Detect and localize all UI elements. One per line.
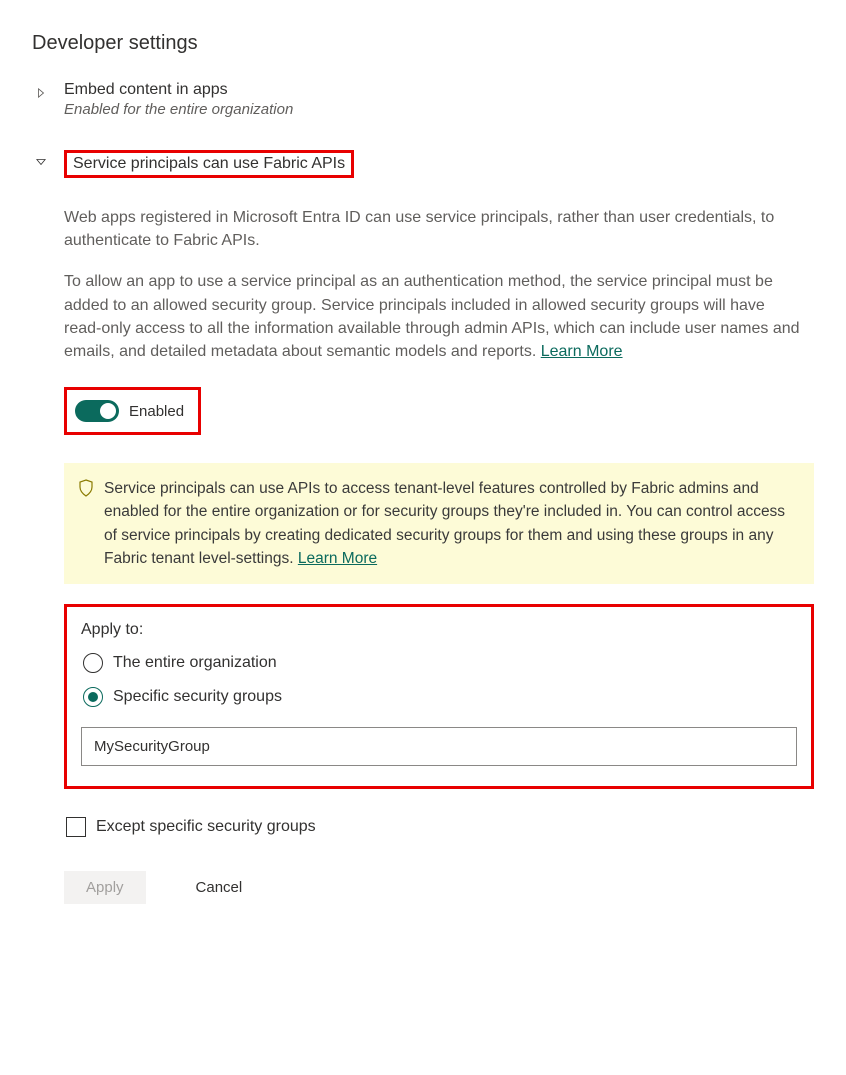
banner-learn-more-link[interactable]: Learn More bbox=[298, 550, 377, 567]
cancel-button[interactable]: Cancel bbox=[174, 871, 265, 904]
page-title: Developer settings bbox=[32, 32, 814, 55]
setting-service-principals[interactable]: Service principals can use Fabric APIs bbox=[32, 150, 814, 178]
apply-to-section-highlight: Apply to: The entire organization Specif… bbox=[64, 604, 814, 789]
enabled-toggle[interactable] bbox=[75, 400, 119, 422]
toggle-thumb bbox=[100, 403, 116, 419]
info-banner: Service principals can use APIs to acces… bbox=[64, 463, 814, 584]
info-banner-text: Service principals can use APIs to acces… bbox=[104, 477, 794, 570]
radio-entire-org[interactable]: The entire organization bbox=[81, 653, 797, 673]
enabled-toggle-highlight: Enabled bbox=[64, 387, 201, 435]
radio-icon-unselected bbox=[83, 653, 103, 673]
security-group-input[interactable] bbox=[81, 727, 797, 766]
checkbox-icon-unchecked bbox=[66, 817, 86, 837]
apply-button[interactable]: Apply bbox=[64, 871, 146, 904]
setting-embed-subtitle: Enabled for the entire organization bbox=[64, 101, 293, 118]
chevron-right-icon bbox=[36, 85, 50, 99]
setting-sp-title-highlight: Service principals can use Fabric APIs bbox=[64, 150, 354, 178]
sp-description-1: Web apps registered in Microsoft Entra I… bbox=[64, 206, 804, 252]
radio-entire-org-label: The entire organization bbox=[113, 654, 277, 672]
radio-specific-groups-label: Specific security groups bbox=[113, 688, 282, 706]
except-groups-checkbox-row[interactable]: Except specific security groups bbox=[64, 817, 814, 837]
shield-icon bbox=[78, 479, 94, 501]
sp-description-2: To allow an app to use a service princip… bbox=[64, 270, 804, 363]
info-banner-text-content: Service principals can use APIs to acces… bbox=[104, 480, 785, 567]
button-row: Apply Cancel bbox=[64, 871, 814, 904]
learn-more-link[interactable]: Learn More bbox=[541, 343, 623, 360]
radio-specific-groups[interactable]: Specific security groups bbox=[81, 687, 797, 707]
sp-description-2-text: To allow an app to use a service princip… bbox=[64, 273, 800, 360]
enabled-toggle-label: Enabled bbox=[129, 403, 184, 420]
setting-sp-title: Service principals can use Fabric APIs bbox=[73, 155, 345, 172]
setting-sp-body: Web apps registered in Microsoft Entra I… bbox=[32, 206, 814, 904]
radio-inner-dot bbox=[88, 692, 98, 702]
apply-to-label: Apply to: bbox=[81, 621, 797, 639]
setting-embed-content[interactable]: Embed content in apps Enabled for the en… bbox=[32, 81, 814, 118]
setting-embed-title: Embed content in apps bbox=[64, 81, 293, 99]
radio-icon-selected bbox=[83, 687, 103, 707]
chevron-down-icon bbox=[36, 154, 50, 168]
except-groups-label: Except specific security groups bbox=[96, 818, 316, 836]
